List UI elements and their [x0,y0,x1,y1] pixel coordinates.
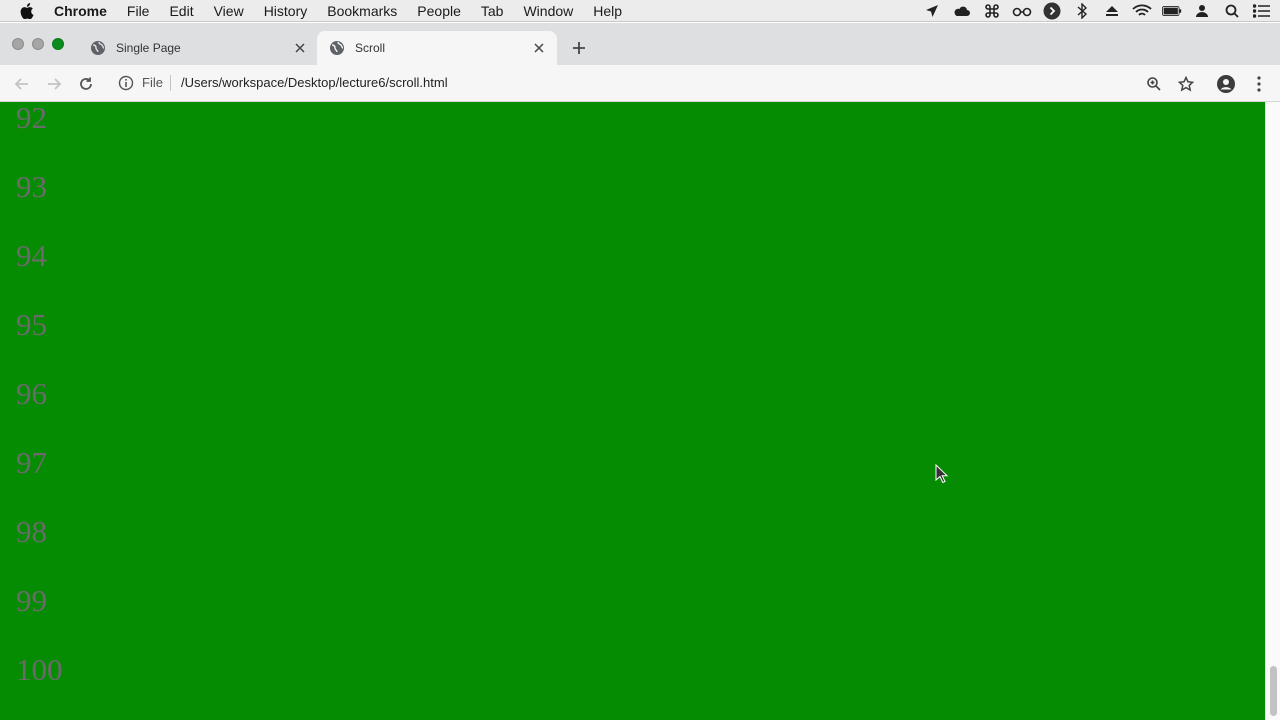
status-tray [922,0,1272,22]
zoom-window-button[interactable] [52,38,64,50]
close-tab-icon[interactable] [531,40,547,56]
close-window-button[interactable] [12,38,24,50]
url-scheme-label: File [142,75,163,90]
menu-app-name[interactable]: Chrome [54,0,117,22]
glasses-icon[interactable] [1012,1,1032,21]
profile-avatar-icon[interactable] [1215,73,1237,95]
browser-toolbar: File /Users/workspace/Desktop/lecture6/s… [0,65,1280,102]
omnibox-divider [170,75,171,91]
macos-menu-bar: Chrome File Edit View History Bookmarks … [0,0,1280,22]
eject-icon[interactable] [1102,1,1122,21]
heading-number: 100 [16,652,63,687]
location-arrow-icon[interactable] [922,1,942,21]
heading-number: 94 [16,238,47,273]
cloud-icon[interactable] [952,1,972,21]
spotlight-search-icon[interactable] [1222,1,1242,21]
battery-icon[interactable] [1162,1,1182,21]
heading-number: 95 [16,307,47,342]
heading-number: 98 [16,514,47,549]
apple-menu-icon[interactable] [17,0,37,22]
back-button[interactable] [11,73,33,95]
tab-title: Scroll [355,41,386,55]
menu-view[interactable]: View [204,0,254,22]
bluetooth-icon[interactable] [1072,1,1092,21]
minimize-window-button[interactable] [32,38,44,50]
chrome-menu-icon[interactable] [1248,73,1270,95]
tab-scroll[interactable]: Scroll [317,31,557,65]
new-tab-button[interactable] [569,38,589,58]
heading-number: 92 [16,102,47,135]
menu-bookmarks[interactable]: Bookmarks [317,0,407,22]
heading-number: 93 [16,169,47,204]
tab-strip: Single Page Scroll [0,23,1280,65]
menu-edit[interactable]: Edit [159,0,203,22]
scrollbar-thumb[interactable] [1270,666,1277,716]
bookmark-star-icon[interactable] [1175,73,1197,95]
vertical-scrollbar[interactable] [1265,102,1280,720]
page-content[interactable]: 92 93 94 95 96 97 98 99 100 [0,102,1265,720]
site-info-icon[interactable] [117,74,135,92]
globe-icon [329,40,345,56]
heading-number: 99 [16,583,47,618]
heading-number: 96 [16,376,47,411]
reload-button[interactable] [75,73,97,95]
wifi-icon[interactable] [1132,1,1152,21]
forward-button[interactable] [43,73,65,95]
tab-single-page[interactable]: Single Page [78,31,318,65]
menu-file[interactable]: File [117,0,160,22]
address-bar-url[interactable]: /Users/workspace/Desktop/lecture6/scroll… [181,75,448,90]
menu-help[interactable]: Help [583,0,632,22]
zoom-icon[interactable] [1143,73,1165,95]
window-controls [12,38,64,50]
close-tab-icon[interactable] [292,40,308,56]
mouse-cursor-icon [935,464,949,484]
menu-window[interactable]: Window [513,0,583,22]
globe-icon [90,40,106,56]
menu-tab[interactable]: Tab [471,0,514,22]
notification-list-icon[interactable] [1252,1,1272,21]
play-circle-icon[interactable] [1042,1,1062,21]
tab-title: Single Page [116,41,181,55]
menu-people[interactable]: People [407,0,471,22]
command-icon[interactable] [982,1,1002,21]
user-icon[interactable] [1192,1,1212,21]
menu-history[interactable]: History [254,0,318,22]
heading-number: 97 [16,445,47,480]
